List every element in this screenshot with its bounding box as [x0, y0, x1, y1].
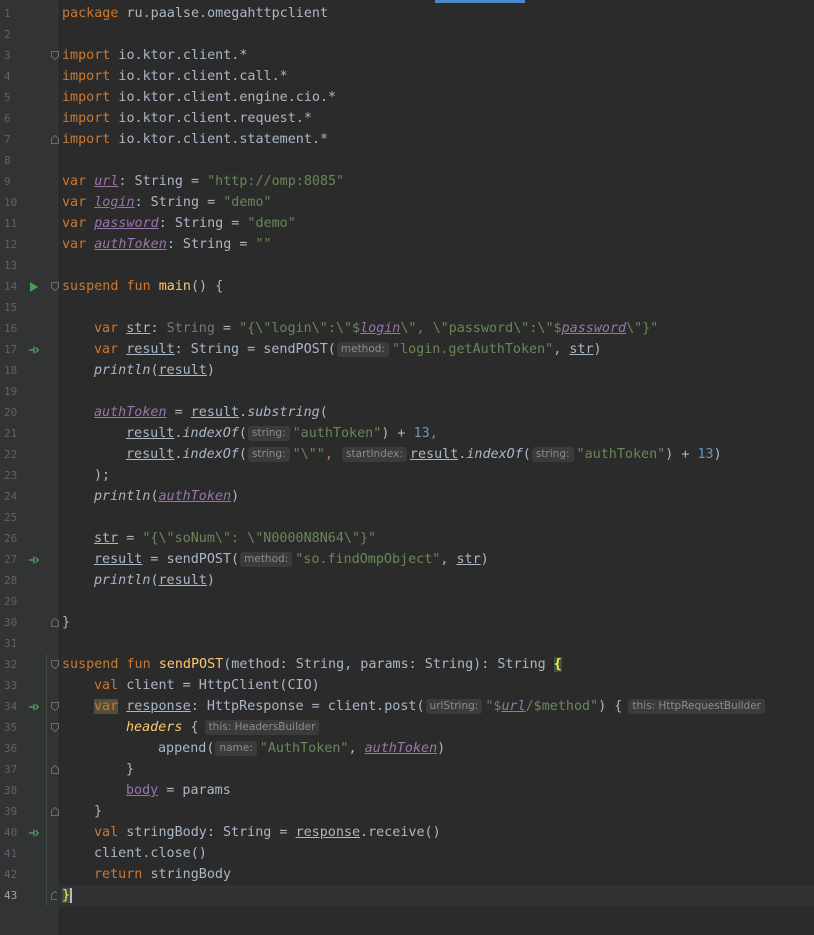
code-line: println(result)	[94, 573, 215, 588]
code-line: }	[62, 615, 71, 630]
run-icon[interactable]	[28, 281, 40, 293]
code-line: println(authToken)	[94, 489, 240, 504]
code-line: println(result)	[94, 363, 215, 378]
receiver-hint: this: HttpRequestBuilder	[628, 699, 765, 714]
code-line: return stringBody	[94, 867, 232, 882]
code-line: var password: String = "demo"	[62, 216, 296, 231]
code-line: body = params	[126, 783, 231, 798]
code-line: import io.ktor.client.*	[62, 48, 248, 63]
code-line: var url: String = "http://omp:8085"	[62, 174, 345, 189]
param-hint: string:	[247, 426, 290, 441]
code-line: result = sendPOST(method: "so.findOmpObje…	[94, 552, 489, 567]
param-hint: urlString:	[425, 699, 483, 714]
current-code-line: }	[57, 885, 814, 906]
param-hint: string:	[531, 447, 574, 462]
code-line: headers {this: HeadersBuilder	[57, 717, 814, 738]
caret: }	[62, 888, 73, 903]
receiver-hint: this: HeadersBuilder	[204, 720, 320, 735]
code-line: var str: String = "{\"login\":\"$login\"…	[94, 321, 659, 336]
code-line: import io.ktor.client.statement.*	[62, 132, 329, 147]
suspend-call-icon[interactable]	[28, 554, 40, 566]
code-line: append(name: "AuthToken", authToken)	[158, 741, 446, 756]
code-line: );	[94, 468, 111, 483]
code-line: import io.ktor.client.request.*	[62, 111, 312, 126]
param-hint: method:	[336, 342, 389, 357]
code-line: var authToken: String = ""	[62, 237, 272, 252]
code-line: import io.ktor.client.call.*	[62, 69, 288, 84]
code-line: var result: String = sendPOST(method: "lo…	[94, 342, 602, 357]
param-hint: method:	[240, 552, 293, 567]
param-hint: string:	[247, 447, 290, 462]
code-line: import io.ktor.client.engine.cio.*	[62, 90, 337, 105]
code-line: suspend fun sendPOST(method: String, par…	[62, 657, 562, 672]
code-area[interactable]: package ru.paalse.omegahttpclient import…	[57, 0, 814, 935]
code-line: var login: String = "demo"	[62, 195, 272, 210]
suspend-call-icon[interactable]	[28, 344, 40, 356]
code-line: val stringBody: String = response.receiv…	[94, 825, 441, 840]
code-line: }	[126, 762, 135, 777]
code-line: result.indexOf(string: "authToken") + 13,	[126, 426, 438, 441]
param-hint: name:	[215, 741, 257, 756]
suspend-call-icon[interactable]	[28, 701, 40, 713]
code-line: client.close()	[94, 846, 207, 861]
code-line: var response: HttpResponse = client.post…	[57, 696, 814, 717]
code-line: suspend fun main() {	[62, 279, 224, 294]
param-hint: startIndex:	[342, 447, 407, 462]
code-line: result.indexOf(string: "\"", startIndex: r…	[126, 447, 722, 462]
code-line: }	[94, 804, 103, 819]
code-line: package ru.paalse.omegahttpclient	[62, 6, 329, 21]
code-line: val client = HttpClient(CIO)	[94, 678, 320, 693]
suspend-call-icon[interactable]	[28, 827, 40, 839]
code-line: authToken = result.substring(	[94, 405, 328, 420]
code-editor[interactable]: 1 2 3 4 5 6 7 8 9 10 11 12 13 14 15 16 1…	[0, 0, 814, 935]
code-line: str = "{\"soNum\": \"N0000N8N64\"}"	[94, 531, 377, 546]
